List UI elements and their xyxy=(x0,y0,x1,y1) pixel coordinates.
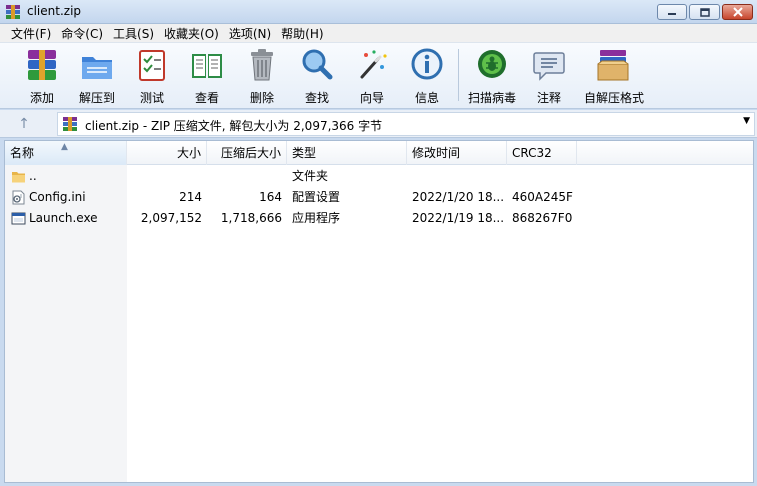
file-row-parent[interactable]: .. 文件夹 xyxy=(5,166,753,187)
close-button[interactable] xyxy=(722,4,753,20)
winrar-app-icon xyxy=(6,5,20,19)
file-crc: 868267F0 xyxy=(512,211,573,225)
minimize-icon xyxy=(668,13,676,15)
menu-favorites[interactable]: 收藏夹(O) xyxy=(159,25,224,42)
archive-path-text: client.zip - ZIP 压缩文件, 解包大小为 2,097,366 字… xyxy=(85,119,383,133)
column-header-type[interactable]: 类型 xyxy=(287,141,407,165)
file-name: Launch.exe xyxy=(29,211,98,225)
virus-scan-button[interactable]: 扫描病毒 xyxy=(464,47,520,107)
sfx-button[interactable]: 自解压格式 xyxy=(584,47,644,107)
file-modified: 2022/1/19 18... xyxy=(412,211,505,225)
file-type: 应用程序 xyxy=(292,211,341,225)
zip-archive-icon xyxy=(63,117,77,131)
wizard-button[interactable]: 向导 xyxy=(344,47,400,107)
window-title: client.zip xyxy=(27,4,82,18)
menu-commands[interactable]: 命令(C) xyxy=(56,25,108,42)
info-button[interactable]: 信息 xyxy=(399,47,455,107)
file-row-launch[interactable]: Launch.exe 2,097,152 1,718,666 应用程序 2022… xyxy=(5,208,753,229)
file-name: Config.ini xyxy=(29,190,86,204)
extract-to-button[interactable]: 解压到 xyxy=(69,47,125,107)
list-header: 名称 ▲ 大小 压缩后大小 类型 修改时间 CRC32 xyxy=(5,141,753,165)
file-size xyxy=(127,166,202,187)
file-crc xyxy=(512,166,582,187)
file-packed-size: 164 xyxy=(259,190,282,204)
menu-help[interactable]: 帮助(H) xyxy=(276,25,328,42)
toolbar-separator xyxy=(458,49,459,101)
sfx-box-icon xyxy=(597,50,629,81)
file-row-config[interactable]: Config.ini 214 164 配置设置 2022/1/20 18... … xyxy=(5,187,753,208)
column-header-crc[interactable]: CRC32 xyxy=(507,141,577,165)
up-arrow-icon: ↑ xyxy=(18,116,30,132)
exe-file-icon xyxy=(11,212,26,225)
address-bar: ↑ client.zip - ZIP 压缩文件, 解包大小为 2,097,366… xyxy=(0,110,757,138)
path-combobox[interactable]: client.zip - ZIP 压缩文件, 解包大小为 2,097,366 字… xyxy=(57,112,755,136)
column-header-packed[interactable]: 压缩后大小 xyxy=(207,141,287,165)
maximize-button[interactable] xyxy=(689,4,720,20)
toolbar: 添加 解压到 测试 查看 删除 查找 向导 信息 扫描病毒 注释 自解压格式 xyxy=(0,43,757,109)
sort-ascending-icon: ▲ xyxy=(61,142,68,152)
comment-bubble-icon xyxy=(533,52,565,81)
file-type: 文件夹 xyxy=(292,169,329,183)
add-button[interactable]: 添加 xyxy=(14,47,70,107)
info-icon xyxy=(411,48,443,80)
add-archive-icon xyxy=(28,50,56,80)
dropdown-arrow-icon[interactable]: ▼ xyxy=(743,116,750,126)
minimize-button[interactable] xyxy=(657,4,687,20)
column-header-modified[interactable]: 修改时间 xyxy=(407,141,507,165)
menu-tools[interactable]: 工具(S) xyxy=(108,25,159,42)
magnifier-icon xyxy=(302,49,333,80)
delete-button[interactable]: 删除 xyxy=(234,47,290,107)
file-packed-size xyxy=(207,166,282,187)
up-folder-button[interactable]: ↑ xyxy=(13,115,35,133)
view-button[interactable]: 查看 xyxy=(179,47,235,107)
find-button[interactable]: 查找 xyxy=(289,47,345,107)
ini-file-icon xyxy=(12,190,25,205)
menu-file[interactable]: 文件(F) xyxy=(6,25,56,42)
file-list: 名称 ▲ 大小 压缩后大小 类型 修改时间 CRC32 .. 文件夹 Confi… xyxy=(4,140,754,483)
comment-button[interactable]: 注释 xyxy=(521,47,577,107)
file-crc: 460A245F xyxy=(512,190,573,204)
extract-folder-icon xyxy=(82,57,112,79)
test-button[interactable]: 测试 xyxy=(124,47,180,107)
trash-can-icon xyxy=(251,49,273,81)
close-icon xyxy=(732,7,743,17)
folder-icon xyxy=(12,172,25,183)
menu-options[interactable]: 选项(N) xyxy=(224,25,276,42)
file-type: 配置设置 xyxy=(292,190,341,204)
bug-scan-icon xyxy=(478,50,506,78)
maximize-icon xyxy=(699,7,710,17)
magic-wand-icon xyxy=(360,50,387,79)
column-header-name[interactable]: 名称 ▲ xyxy=(5,141,127,165)
file-name: .. xyxy=(29,169,37,183)
menu-bar: 文件(F) 命令(C) 工具(S) 收藏夹(O) 选项(N) 帮助(H) xyxy=(0,24,757,43)
file-modified: 2022/1/20 18... xyxy=(412,190,505,204)
title-bar: client.zip xyxy=(0,0,757,24)
file-size: 2,097,152 xyxy=(140,211,202,225)
view-book-icon xyxy=(192,54,222,78)
file-modified xyxy=(412,166,507,187)
file-size: 214 xyxy=(179,190,202,204)
file-packed-size: 1,718,666 xyxy=(220,211,282,225)
column-header-size[interactable]: 大小 xyxy=(127,141,207,165)
test-checklist-icon xyxy=(139,50,165,81)
